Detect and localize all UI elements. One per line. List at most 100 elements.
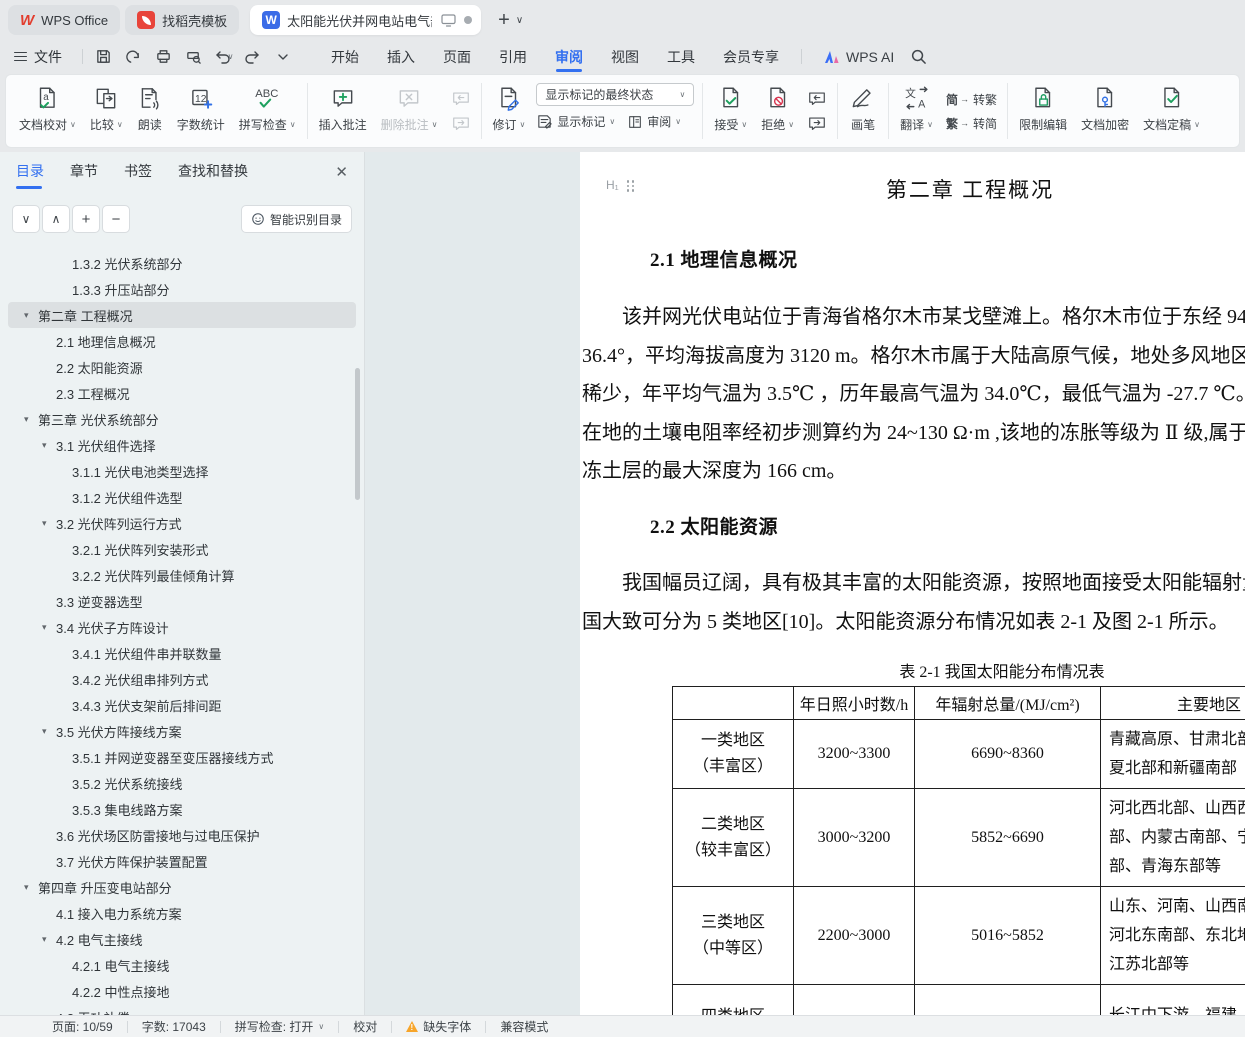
smart-toc-button[interactable]: 智能识别目录 — [240, 205, 352, 233]
collapse-arrow-icon[interactable]: ▾ — [24, 882, 38, 893]
next-change-icon[interactable] — [807, 115, 827, 132]
sidebar-scrollbar[interactable] — [355, 368, 360, 500]
previous-heading-button[interactable]: ∧ — [42, 205, 70, 233]
show-markup-button[interactable]: 显示标记 ∨ — [536, 113, 615, 130]
compatibility-mode-indicator[interactable]: 兼容模式 — [486, 1018, 562, 1035]
toc-item[interactable]: ▾ 3.1 光伏组件选择 — [8, 432, 356, 458]
toc-item[interactable]: 3.1.1 光伏电池类型选择 — [8, 458, 356, 484]
translate-button[interactable]: 文A 翻译 ∨ — [893, 77, 940, 145]
compare-button[interactable]: 比较 ∨ — [83, 77, 130, 145]
toc-item[interactable]: 4.3 无功补偿 — [8, 1004, 356, 1016]
toc-item[interactable]: ▾ 4.2 电气主接线 — [8, 926, 356, 952]
collapse-arrow-icon[interactable]: ▾ — [42, 518, 56, 529]
collapse-arrow-icon[interactable]: ▾ — [42, 622, 56, 633]
finalize-button[interactable]: 文档定稿 ∨ — [1136, 77, 1207, 145]
toc-item[interactable]: 3.6 光伏场区防雷接地与过电压保护 — [8, 822, 356, 848]
search-icon[interactable] — [910, 48, 927, 65]
toc-item[interactable]: ▾ 第三章 光伏系统部分 — [8, 406, 356, 432]
word-count-indicator[interactable]: 字数: 17043 — [128, 1018, 220, 1035]
missing-font-warning[interactable]: 缺失字体 — [392, 1018, 485, 1035]
toc-item[interactable]: ▾ 3.4 光伏子方阵设计 — [8, 614, 356, 640]
toc-item[interactable]: 3.1.2 光伏组件选型 — [8, 484, 356, 510]
read-aloud-button[interactable]: 朗读 — [130, 77, 170, 145]
to-simplified-button[interactable]: 繁 → 转简 — [946, 115, 997, 132]
toc-item[interactable]: 3.2.1 光伏阵列安装形式 — [8, 536, 356, 562]
previous-change-icon[interactable] — [807, 90, 827, 107]
toc-item[interactable]: ▾ 3.5 光伏方阵接线方案 — [8, 718, 356, 744]
toc-item[interactable]: 4.2.2 中性点接地 — [8, 978, 356, 1004]
toc-item[interactable]: 3.5.1 并网逆变器至变压器接线方式 — [8, 744, 356, 770]
print-preview-button[interactable] — [181, 45, 205, 69]
track-changes-button[interactable]: 修订 ∨ — [486, 77, 533, 145]
expand-all-button[interactable]: + — [72, 205, 100, 233]
menu-insert[interactable]: 插入 — [373, 40, 429, 73]
tab-current-document[interactable]: W 太阳能光伏并网电站电气部分 — [250, 5, 482, 35]
toc-item[interactable]: 3.4.2 光伏组串排列方式 — [8, 666, 356, 692]
word-count-button[interactable]: 12 字数统计 — [170, 77, 232, 145]
redo-button[interactable] — [241, 45, 265, 69]
to-traditional-button[interactable]: 简 → 转繁 — [946, 91, 997, 108]
toc-item[interactable]: 3.3 逆变器选型 — [8, 588, 356, 614]
spellcheck-indicator[interactable]: 拼写检查: 打开 ∨ — [221, 1018, 339, 1035]
insert-comment-button[interactable]: 插入批注 — [312, 77, 374, 145]
file-menu-button[interactable]: 文件 — [0, 47, 74, 67]
menu-review[interactable]: 审阅 — [541, 40, 597, 73]
encrypt-button[interactable]: 文档加密 — [1074, 77, 1136, 145]
collapse-arrow-icon[interactable]: ▾ — [42, 440, 56, 451]
toc-item[interactable]: ▾ 第四章 升压变电站部分 — [8, 874, 356, 900]
quickbar-more-chevron-icon[interactable] — [271, 45, 295, 69]
sidebar-tab-bookmarks[interactable]: 书签 — [124, 161, 152, 189]
toc-item[interactable]: 4.1 接入电力系统方案 — [8, 900, 356, 926]
proofread-button[interactable]: 校对 — [339, 1018, 391, 1035]
menu-view[interactable]: 视图 — [597, 40, 653, 73]
toc-item[interactable]: 1.3.3 升压站部分 — [8, 276, 356, 302]
new-tab-button[interactable]: + — [498, 10, 510, 30]
toc-item[interactable]: 2.3 工程概况 — [8, 380, 356, 406]
toc-item[interactable]: 2.2 太阳能资源 — [8, 354, 356, 380]
doc-proof-button[interactable]: a 文档校对 ∨ — [12, 77, 83, 145]
collapse-arrow-icon[interactable]: ▾ — [24, 414, 38, 425]
document-page[interactable]: H₁ 第二章 工程概况 2.1 地理信息概况 该并网光伏电站位于青海省格尔木市某… — [580, 152, 1245, 1015]
toc-item[interactable]: 3.7 光伏方阵保护装置配置 — [8, 848, 356, 874]
sidebar-tab-contents[interactable]: 目录 — [16, 161, 44, 189]
toc-item[interactable]: 1.3.2 光伏系统部分 — [8, 250, 356, 276]
reject-button[interactable]: 拒绝 ∨ — [754, 77, 801, 145]
restrict-edit-button[interactable]: 限制编辑 — [1012, 77, 1074, 145]
sidebar-tab-find-replace[interactable]: 查找和替换 — [178, 161, 248, 189]
toc-item[interactable]: 3.4.3 光伏支架前后排间距 — [8, 692, 356, 718]
tab-list-chevron-icon[interactable]: ∨ — [516, 15, 523, 26]
toc-item[interactable]: ▾ 第二章 工程概况 — [8, 302, 356, 328]
menu-reference[interactable]: 引用 — [485, 40, 541, 73]
print-button[interactable] — [151, 45, 175, 69]
menu-tools[interactable]: 工具 — [653, 40, 709, 73]
save-button[interactable] — [91, 45, 115, 69]
accept-button[interactable]: 接受 ∨ — [707, 77, 754, 145]
page-indicator[interactable]: 页面: 10/59 — [38, 1018, 127, 1035]
toc-item[interactable]: 3.4.1 光伏组件串并联数量 — [8, 640, 356, 666]
export-pdf-button[interactable] — [121, 45, 145, 69]
tab-docer-templates[interactable]: 找稻壳模板 — [125, 5, 240, 35]
spell-check-button[interactable]: ABC 拼写检查 ∨ — [232, 77, 303, 145]
review-pane-button[interactable]: 审阅 ∨ — [627, 113, 681, 130]
collapse-all-button[interactable]: − — [102, 205, 130, 233]
sidebar-tab-chapters[interactable]: 章节 — [70, 161, 98, 189]
close-sidebar-icon[interactable]: ✕ — [335, 163, 348, 187]
next-heading-button[interactable]: ∨ — [12, 205, 40, 233]
toc-item[interactable]: 3.2.2 光伏阵列最佳倾角计算 — [8, 562, 356, 588]
collapse-arrow-icon[interactable]: ▾ — [42, 726, 56, 737]
toc-item[interactable]: ▾ 3.2 光伏阵列运行方式 — [8, 510, 356, 536]
menu-page[interactable]: 页面 — [429, 40, 485, 73]
toc-item[interactable]: 3.5.2 光伏系统接线 — [8, 770, 356, 796]
collapse-arrow-icon[interactable]: ▾ — [24, 310, 38, 321]
toc-item[interactable]: 3.5.3 集电线路方案 — [8, 796, 356, 822]
collapse-arrow-icon[interactable]: ▾ — [42, 934, 56, 945]
markup-state-select[interactable]: 显示标记的最终状态 ∨ — [536, 83, 695, 106]
toc-item[interactable]: 2.1 地理信息概况 — [8, 328, 356, 354]
tab-wps-home[interactable]: W WPS Office — [8, 5, 121, 35]
menu-membership[interactable]: 会员专享 — [709, 40, 793, 73]
undo-button[interactable]: ∨ — [211, 45, 235, 69]
wps-ai-button[interactable]: WPS AI — [824, 49, 894, 65]
menu-start[interactable]: 开始 — [317, 40, 373, 73]
pen-button[interactable]: 画笔 — [842, 77, 884, 145]
toc-item[interactable]: 4.2.1 电气主接线 — [8, 952, 356, 978]
